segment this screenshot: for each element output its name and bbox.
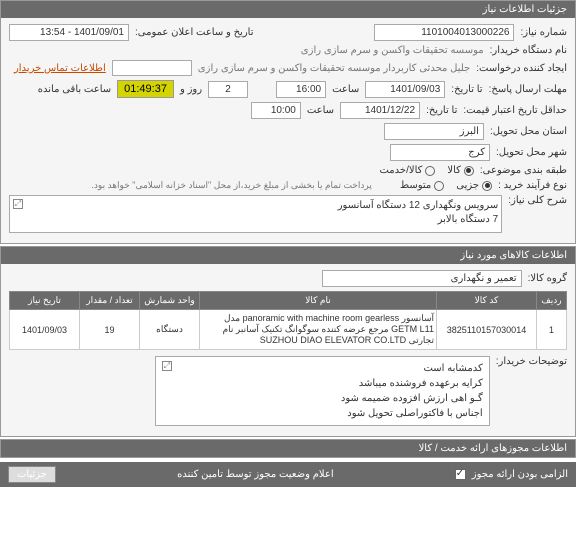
payment-note: پرداخت تمام یا بخشی از مبلغ خرید،از محل … [91,180,371,191]
requester-label: ایجاد کننده درخواست: [476,63,567,74]
radio-jozei-label: جزیی [456,180,479,191]
buyer-value: موسسه تحقیقات واکسن و سرم سازی رازی [301,45,484,56]
col-code: کد کالا [437,292,537,310]
city-label: شهر محل تحویل: [496,147,567,158]
cell-name: آسانسور panoramic with machine room gear… [200,310,437,350]
cell-need-date: 1401/09/03 [10,310,80,350]
col-name: نام کالا [200,292,437,310]
group-value: تعمیر و نگهداری [322,270,522,287]
col-qty: تعداد / مقدار [80,292,140,310]
days-and-label: روز و [180,84,202,95]
buy-type-label: نوع فرآیند خرید : [498,180,567,191]
mandatory-label: الزامی بودن ارائه مجوز [472,469,568,480]
cell-code: 3825110157030014 [437,310,537,350]
need-description[interactable]: ⤢ سرویس ونگهداری 12 دستگاه آسانسور 7 دست… [9,195,502,233]
col-row: ردیف [537,292,567,310]
col-need-date: تاریخ نیاز [10,292,80,310]
buyer-contact-link[interactable]: اطلاعات تماس خریدار [14,63,106,74]
countdown-timer: 01:49:37 [117,80,174,98]
desc-label: شرح کلی نیاز: [508,195,567,206]
credit-time: 10:00 [251,102,301,119]
radio-motavaset-label: متوسط [400,180,431,191]
credit-time-label: ساعت [307,105,334,116]
category-label: طبقه بندی موضوعی: [480,165,567,176]
mandatory-checkbox[interactable] [455,469,466,480]
remain-label: ساعت باقی مانده [38,84,111,95]
buyer-label: نام دستگاه خریدار: [490,45,567,56]
category-radio-group: کالا کالا/خدمت [379,165,473,176]
cell-qty: 19 [80,310,140,350]
deadline-ta-label: تا تاریخ: [451,84,482,95]
permits-panel: اطلاعات مجوزهای ارائه خدمت / کالا [0,439,576,458]
group-label: گروه کالا: [528,273,567,284]
deadline-date: 1401/09/03 [365,81,445,98]
items-panel: اطلاعات کالاهای مورد نیاز گروه کالا: تعم… [0,246,576,437]
footer-row: الزامی بودن ارائه مجوز اعلام وضعیت مجوز … [0,462,576,487]
announce-date-value: 1401/09/01 - 13:54 [9,24,129,41]
days-remaining: 2 [208,81,248,98]
credit-ta-label: تا تاریخ: [426,105,457,116]
buyer-notes: ⤢ کدمشابه است کرایه برعهده فروشنده میباش… [155,356,490,426]
need-details-panel: جزئیات اطلاعات نیاز شماره نیاز: 11010040… [0,0,576,244]
radio-kala-label: کالا [447,165,461,176]
buy-type-radio-group: جزیی متوسط [400,180,492,191]
cell-unit: دستگاه [140,310,200,350]
requester-input[interactable] [112,60,192,76]
buyer-notes-text: کدمشابه است کرایه برعهده فروشنده میباشد … [341,363,483,419]
items-table: ردیف کد کالا نام کالا واحد شمارش تعداد /… [9,291,567,350]
radio-kala[interactable] [464,166,474,176]
expand-icon[interactable]: ⤢ [13,199,23,209]
deadline-time-label: ساعت [332,84,359,95]
credit-date: 1401/12/22 [340,102,420,119]
details-button[interactable]: جزئیات [8,466,56,483]
need-details-header: جزئیات اطلاعات نیاز [1,1,575,18]
deadline-time: 16:00 [276,81,326,98]
permits-header: اطلاعات مجوزهای ارائه خدمت / کالا [1,440,575,457]
table-row[interactable]: 1 3825110157030014 آسانسور panoramic wit… [10,310,567,350]
radio-service[interactable] [425,166,435,176]
credit-label: حداقل تاریخ اعتبار قیمت: [463,105,567,116]
expand-icon[interactable]: ⤢ [162,361,172,371]
deadline-label: مهلت ارسال پاسخ: [489,84,567,95]
buyer-notes-label: توضیحات خریدار: [496,356,567,367]
need-no-value: 1101004013000226 [374,24,514,41]
announce-date-label: تاریخ و ساعت اعلان عمومی: [135,27,254,38]
radio-motavaset[interactable] [434,181,444,191]
need-no-label: شماره نیاز: [520,27,567,38]
cell-row: 1 [537,310,567,350]
items-header: اطلاعات کالاهای مورد نیاز [1,247,575,264]
province-label: استان محل تحویل: [490,126,567,137]
city-value: کرج [390,144,490,161]
col-unit: واحد شمارش [140,292,200,310]
radio-service-label: کالا/خدمت [379,165,422,176]
desc-text: سرویس ونگهداری 12 دستگاه آسانسور 7 دستگا… [338,200,499,225]
requester-value: جلیل محدثی کاربردار موسسه تحقیقات واکسن … [198,63,470,74]
confirm-label: اعلام وضعیت مجوز توسط تامین کننده [177,469,334,480]
radio-jozei[interactable] [482,181,492,191]
province-value: البرز [384,123,484,140]
